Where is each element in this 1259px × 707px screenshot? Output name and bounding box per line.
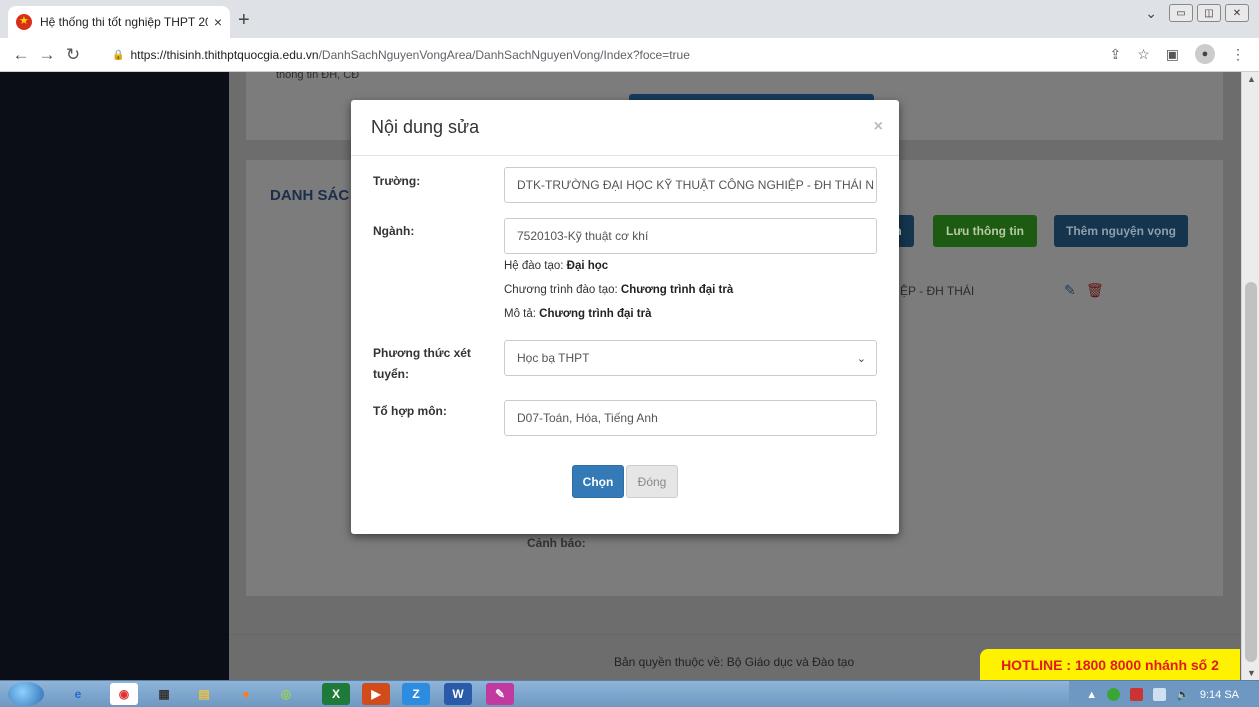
major-label: Ngành:: [373, 224, 415, 238]
tab-title: Hệ thống thi tốt nghiệp THPT 20: [40, 15, 208, 29]
sidepanel-icon[interactable]: ▣: [1166, 46, 1179, 63]
ie-icon[interactable]: e: [64, 683, 92, 705]
coccoc-icon[interactable]: ◎: [272, 683, 300, 705]
training-value: Đại học: [566, 260, 609, 272]
browser-toolbar: ← → ↻ 🔒 https://thisinh.thithptquocgia.e…: [0, 38, 1259, 72]
left-sidebar: [0, 72, 229, 680]
new-tab-button[interactable]: +: [238, 10, 250, 30]
folder-icon[interactable]: ▤: [190, 683, 218, 705]
excel-icon[interactable]: X: [322, 683, 350, 705]
toolbar-actions: ⇪ ☆ ▣ ● ⋮: [1109, 44, 1259, 64]
program-value: Chương trình đại trà: [620, 284, 734, 296]
start-button[interactable]: [8, 682, 44, 706]
description-label: Mô tả:: [504, 308, 536, 320]
close-window-button[interactable]: ✕: [1225, 4, 1249, 22]
edit-icon[interactable]: ✎: [1064, 282, 1076, 299]
system-tray: ▲ 🔈 9:14 SA: [1069, 681, 1259, 707]
window-controls: ⌄ ▭ ◫ ✕: [1145, 4, 1249, 22]
program-label: Chương trình đào tạo:: [504, 284, 618, 296]
reload-icon[interactable]: ↻: [60, 45, 86, 65]
clock[interactable]: 9:14 SA: [1200, 689, 1239, 701]
method-label: Phương thức xét tuyển:: [373, 346, 471, 381]
zalo-icon[interactable]: Z: [402, 683, 430, 705]
training-info: Hệ đào tạo: Đại học: [504, 260, 608, 272]
chevron-down-icon: ⌄: [856, 353, 866, 365]
program-info: Chương trình đào tạo: Chương trình đại t…: [504, 284, 733, 296]
paint-icon[interactable]: ✎: [486, 683, 514, 705]
subjects-label: Tổ hợp môn:: [373, 404, 447, 418]
network-icon[interactable]: [1130, 688, 1144, 701]
back-icon[interactable]: ←: [8, 45, 34, 65]
add-wish-button[interactable]: Thêm nguyện vọng: [1054, 215, 1188, 247]
copyright-text: Bản quyền thuộc về: Bộ Giáo dục và Đào t…: [614, 655, 855, 669]
menu-icon[interactable]: ⋮: [1231, 46, 1245, 63]
lock-icon: 🔒: [112, 49, 125, 61]
trash-icon[interactable]: 🗑: [1086, 282, 1104, 299]
scroll-down-icon[interactable]: ▼: [1247, 668, 1256, 678]
star-icon[interactable]: ☆: [1137, 46, 1150, 63]
firefox-icon[interactable]: ●: [232, 683, 260, 705]
url-path: /DanhSachNguyenVongArea/DanhSachNguyenVo…: [318, 48, 690, 62]
profile-icon[interactable]: ●: [1195, 44, 1215, 64]
forward-icon[interactable]: →: [34, 45, 60, 65]
method-select[interactable]: Học bạ THPT ⌄: [504, 340, 877, 376]
dialog-close-icon[interactable]: ×: [874, 118, 883, 136]
edit-dialog: Nội dung sửa × Trường: DTK-TRƯỜNG ĐẠI HỌ…: [351, 100, 899, 534]
volume-icon[interactable]: 🔈: [1176, 688, 1190, 701]
site-favicon-icon: [16, 14, 32, 30]
browser-tabstrip: Hệ thống thi tốt nghiệp THPT 20 × + ⌄ ▭ …: [0, 0, 1259, 38]
word-icon[interactable]: W: [444, 683, 472, 705]
select-button[interactable]: Chọn: [572, 465, 624, 498]
method-selected-value: Học bạ THPT: [517, 351, 590, 365]
description-value: Chương trình đại trà: [539, 308, 652, 320]
url-host: https://thisinh.thithptquocgia.edu.vn: [130, 48, 319, 62]
app-icon[interactable]: ▦: [150, 683, 178, 705]
hotline-badge[interactable]: HOTLINE : 1800 8000 nhánh số 2: [980, 649, 1240, 680]
dialog-header: Nội dung sửa ×: [351, 100, 899, 156]
chrome-icon[interactable]: ◉: [110, 683, 138, 705]
page-viewport: thông tin ĐH, CĐ DANH SÁC h Lưu thông ti…: [0, 72, 1259, 680]
scroll-thumb[interactable]: [1245, 282, 1257, 662]
major-input[interactable]: 7520103-Kỹ thuật cơ khí: [504, 218, 877, 254]
os-taskbar: e ◉ ▦ ▤ ● ◎ X ▶ Z W ✎ ▲ 🔈 9:14 SA: [0, 680, 1259, 707]
info-card-text: thông tin ĐH, CĐ: [276, 72, 360, 81]
tab-close-icon[interactable]: ×: [214, 14, 222, 30]
save-info-button[interactable]: Lưu thông tin: [933, 215, 1037, 247]
player-icon[interactable]: ▶: [362, 683, 390, 705]
wish-row-school: HIỆP - ĐH THÁI: [888, 284, 975, 298]
description-info: Mô tả: Chương trình đại trà: [504, 308, 652, 320]
training-label: Hệ đào tạo:: [504, 260, 564, 272]
maximize-button[interactable]: ◫: [1197, 4, 1221, 22]
tray-expand-icon[interactable]: ▲: [1086, 689, 1097, 701]
dialog-title: Nội dung sửa: [371, 117, 480, 137]
browser-tab[interactable]: Hệ thống thi tốt nghiệp THPT 20 ×: [8, 6, 230, 38]
keyboard-icon[interactable]: [1153, 688, 1167, 701]
tab-search-chevron-icon[interactable]: ⌄: [1145, 5, 1157, 22]
scroll-up-icon[interactable]: ▲: [1247, 74, 1256, 84]
warning-label: Cảnh báo:: [527, 536, 586, 550]
minimize-button[interactable]: ▭: [1169, 4, 1193, 22]
security-icon[interactable]: [1107, 688, 1121, 701]
share-icon[interactable]: ⇪: [1109, 46, 1121, 63]
close-button[interactable]: Đóng: [626, 465, 678, 498]
subjects-input[interactable]: D07-Toán, Hóa, Tiếng Anh: [504, 400, 877, 436]
school-label: Trường:: [373, 174, 421, 188]
address-bar[interactable]: 🔒 https://thisinh.thithptquocgia.edu.vn /…: [112, 44, 872, 66]
school-input[interactable]: DTK-TRƯỜNG ĐẠI HỌC KỸ THUẬT CÔNG NGHIỆP …: [504, 167, 877, 203]
wish-list-title: DANH SÁC: [270, 187, 350, 204]
page-scrollbar[interactable]: ▲ ▼: [1241, 72, 1259, 680]
